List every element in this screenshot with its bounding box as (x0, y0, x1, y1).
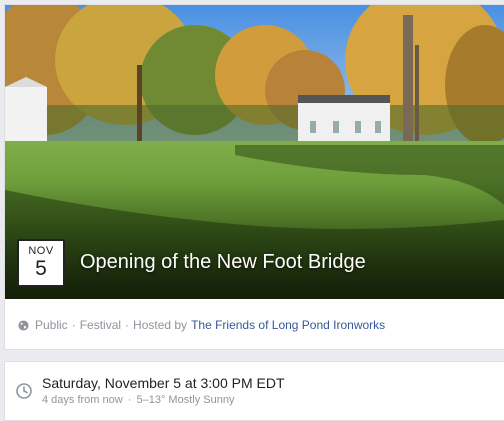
meta-separator: · (71, 318, 76, 332)
host-link[interactable]: The Friends of Long Pond Ironworks (191, 318, 385, 332)
weather-forecast: 5–13° Mostly Sunny (136, 394, 235, 406)
event-meta-row: Public · Festival · Hosted by The Friend… (18, 318, 385, 332)
event-day: 5 (35, 257, 47, 280)
event-details-card: Saturday, November 5 at 3:00 PM EDT 4 da… (4, 361, 504, 421)
event-datetime[interactable]: Saturday, November 5 at 3:00 PM EDT (42, 375, 285, 391)
event-header-card: NOV 5 Opening of the New Foot Bridge Pub… (4, 4, 504, 350)
meta-separator: · (125, 318, 130, 332)
hosted-by-label: Hosted by (133, 318, 188, 332)
event-category: Festival (79, 318, 122, 332)
event-title: Opening of the New Foot Bridge (80, 251, 366, 273)
meta-separator: · (127, 394, 132, 406)
event-month: NOV (28, 245, 54, 257)
event-datetime-subtext: 4 days from now · 5–13° Mostly Sunny (42, 394, 234, 406)
relative-time: 4 days from now (42, 394, 123, 406)
event-privacy: Public (35, 318, 68, 332)
event-date-badge: NOV 5 (17, 239, 65, 287)
clock-icon (16, 383, 32, 399)
globe-icon (18, 319, 29, 331)
